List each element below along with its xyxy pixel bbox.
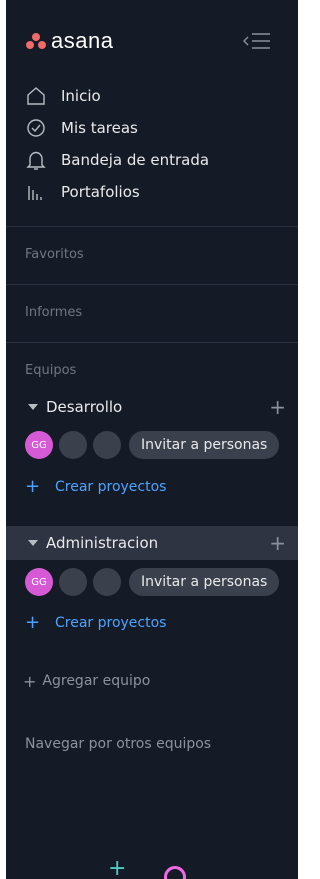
sidebar: asana Inicio Mis tareas Bandeja de entra… [6,0,298,879]
plus-icon: + [25,476,41,497]
caret-down-icon [28,404,38,410]
avatar[interactable]: GG [25,568,53,596]
team-members-row: GG Invitar a personas [25,430,280,460]
avatar[interactable]: GG [25,431,53,459]
team-name: Desarrollo [46,398,123,416]
sidebar-header: asana [6,22,298,62]
avatar-placeholder [59,431,87,459]
plus-icon: + [25,612,41,633]
add-to-team-button[interactable]: + [269,532,286,554]
sidebar-collapse-icon [243,33,270,49]
browse-teams-link[interactable]: Navegar por otros equipos [25,736,211,752]
nav-label: Portafolios [61,183,140,201]
caret-down-icon [28,540,38,546]
add-to-team-button[interactable]: + [269,396,286,418]
team-members-row: GG Invitar a personas [25,567,280,597]
section-equipos: Equipos [25,363,77,378]
help-icon[interactable] [164,866,186,879]
asana-logo[interactable]: asana [26,28,113,54]
create-project-label: Crear proyectos [55,479,167,495]
bar-chart-icon [25,181,47,203]
invite-people-button[interactable]: Invitar a personas [129,568,280,596]
create-project-link[interactable]: + Crear proyectos [25,612,166,634]
nav-item-bandeja-de-entrada[interactable]: Bandeja de entrada [6,144,298,176]
sidebar-footer: + [6,858,298,879]
avatar-placeholder [59,568,87,596]
team-header-administracion[interactable]: Administracion + [6,526,298,560]
add-team-label: Agregar equipo [42,673,151,689]
add-team-button[interactable]: + Agregar equipo [23,670,150,692]
main-nav: Inicio Mis tareas Bandeja de entrada Por… [6,80,298,208]
divider [6,342,298,343]
team-header-desarrollo[interactable]: Desarrollo + [6,390,298,424]
plus-icon: + [23,671,37,691]
asana-logo-icon [26,33,46,49]
section-informes[interactable]: Informes [25,305,82,320]
nav-label: Mis tareas [61,119,138,137]
section-favoritos[interactable]: Favoritos [25,247,84,262]
divider [6,226,298,227]
invite-people-button[interactable]: Invitar a personas [129,431,280,459]
bell-icon [25,149,47,171]
create-project-link[interactable]: + Crear proyectos [25,476,166,498]
nav-label: Bandeja de entrada [61,151,210,169]
nav-item-inicio[interactable]: Inicio [6,80,298,112]
sidebar-collapse-button[interactable] [242,30,274,52]
nav-label: Inicio [61,87,101,105]
nav-item-mis-tareas[interactable]: Mis tareas [6,112,298,144]
check-circle-icon [25,117,47,139]
avatar-placeholder [93,568,121,596]
divider [6,284,298,285]
home-icon [25,85,47,107]
quick-add-icon[interactable]: + [108,858,126,879]
avatar-placeholder [93,431,121,459]
nav-item-portafolios[interactable]: Portafolios [6,176,298,208]
team-name: Administracion [46,534,159,552]
logo-text: asana [51,28,114,53]
create-project-label: Crear proyectos [55,615,167,631]
